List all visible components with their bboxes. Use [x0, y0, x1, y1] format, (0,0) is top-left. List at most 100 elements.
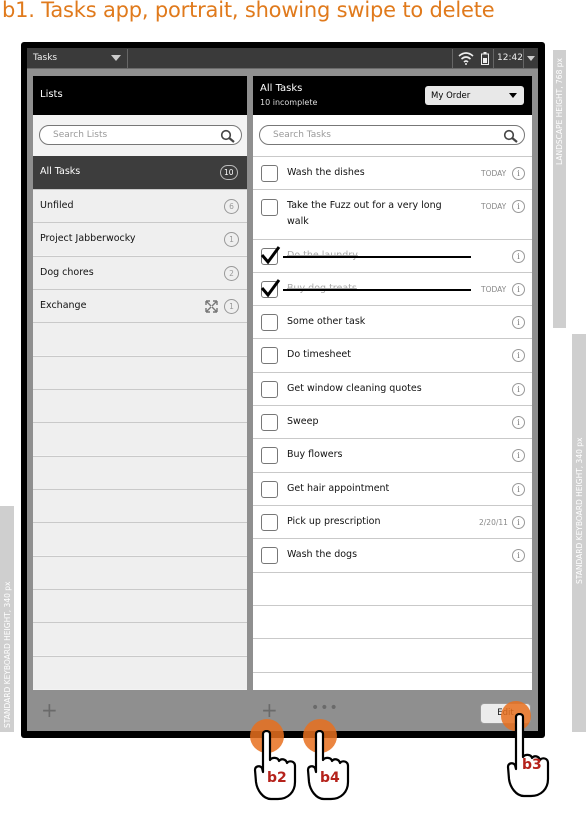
- list-item-unfiled[interactable]: Unfiled 6: [33, 189, 247, 222]
- statusbar-divider: [493, 49, 494, 68]
- task-checkbox[interactable]: [261, 414, 278, 431]
- callout-b4: b4: [320, 770, 340, 786]
- statusbar-divider: [127, 49, 128, 68]
- list-item-all-tasks[interactable]: All Tasks 10: [33, 156, 247, 189]
- keyboard-height-annotation-right: STANDARD KEYBOARD HEIGHT, 340 px: [572, 334, 586, 732]
- task-label: Pick up prescription: [287, 516, 381, 527]
- info-icon[interactable]: i: [512, 283, 525, 296]
- task-label: Buy flowers: [287, 449, 343, 460]
- task-checkbox[interactable]: [261, 314, 278, 331]
- count-badge: 10: [220, 165, 238, 180]
- list-item-label: All Tasks: [40, 166, 81, 177]
- task-row[interactable]: Some other task i: [253, 305, 532, 338]
- task-empty-row: [253, 572, 532, 605]
- task-label-line-2: walk: [287, 216, 309, 227]
- sort-order-select[interactable]: My Order: [425, 86, 524, 105]
- task-checkbox[interactable]: [261, 481, 278, 498]
- list-item-dog-chores[interactable]: Dog chores 2: [33, 256, 247, 289]
- info-icon[interactable]: i: [512, 549, 525, 562]
- bottom-toolbar: + + ••• Edit: [27, 694, 538, 731]
- search-lists-input[interactable]: Search Lists: [39, 125, 242, 145]
- task-label: Do timesheet: [287, 349, 351, 360]
- list-empty-row: [33, 389, 247, 422]
- add-list-button[interactable]: +: [41, 700, 58, 720]
- task-checkbox[interactable]: [261, 165, 278, 182]
- task-checkbox[interactable]: [261, 447, 278, 464]
- page-title: b1. Tasks app, portrait, showing swipe t…: [2, 0, 495, 22]
- keyboard-height-label-left: STANDARD KEYBOARD HEIGHT, 340 px: [3, 581, 12, 728]
- task-row[interactable]: Sweep i: [253, 405, 532, 438]
- task-row[interactable]: Get hair appointment i: [253, 472, 532, 505]
- list-item-label: Project Jabberwocky: [40, 233, 136, 244]
- count-badge: 6: [224, 199, 239, 214]
- count-badge: 1: [224, 232, 239, 247]
- task-checkbox[interactable]: [261, 381, 278, 398]
- info-icon[interactable]: i: [512, 483, 525, 496]
- more-options-button[interactable]: •••: [311, 700, 339, 716]
- search-icon[interactable]: [220, 129, 236, 143]
- list-empty-row: [33, 589, 247, 622]
- task-label: Get window cleaning quotes: [287, 383, 422, 394]
- count-badge: 2: [224, 266, 239, 281]
- landscape-height-annotation: LANDSCAPE HEIGHT, 768 px: [553, 50, 566, 328]
- task-row[interactable]: Pick up prescription 2/20/11 i: [253, 505, 532, 538]
- list-empty-row: [33, 622, 247, 655]
- task-checkbox[interactable]: [261, 514, 278, 531]
- task-checkbox[interactable]: [261, 199, 278, 216]
- app-menu-chevron-down-icon[interactable]: [111, 55, 121, 61]
- info-icon[interactable]: i: [512, 449, 525, 462]
- task-row[interactable]: Buy flowers i: [253, 438, 532, 472]
- task-checkbox[interactable]: [261, 547, 278, 564]
- status-bar: Tasks 12:42: [27, 48, 538, 69]
- system-menu-chevron-down-icon[interactable]: [527, 56, 535, 61]
- list-empty-row: [33, 556, 247, 589]
- info-icon[interactable]: i: [512, 516, 525, 529]
- list-empty-row: [33, 522, 247, 555]
- list-empty-row: [33, 489, 247, 522]
- search-tasks-placeholder: Search Tasks: [273, 130, 331, 140]
- keyboard-height-annotation-left: STANDARD KEYBOARD HEIGHT, 340 px: [0, 506, 14, 732]
- list-empty-row: [33, 422, 247, 455]
- search-tasks-input[interactable]: Search Tasks: [259, 125, 525, 145]
- list-item-project-jabberwocky[interactable]: Project Jabberwocky 1: [33, 222, 247, 255]
- list-item-label: Unfiled: [40, 200, 74, 211]
- task-due-date: TODAY: [481, 285, 507, 294]
- lists-header: Lists: [33, 76, 247, 115]
- task-row[interactable]: Do the laundry i: [253, 239, 532, 272]
- sort-order-value: My Order: [431, 91, 471, 101]
- list-item-label: Exchange: [40, 300, 87, 311]
- info-icon[interactable]: i: [512, 349, 525, 362]
- info-icon[interactable]: i: [512, 250, 525, 263]
- task-empty-row: [253, 605, 532, 638]
- task-row[interactable]: Wash the dishes TODAY i: [253, 156, 532, 189]
- statusbar-divider: [452, 49, 453, 68]
- task-empty-row: [253, 638, 532, 672]
- checkmark-icon: [260, 279, 281, 298]
- app-name[interactable]: Tasks: [33, 53, 57, 63]
- pointing-hand-icon: [253, 730, 297, 801]
- info-icon[interactable]: i: [512, 416, 525, 429]
- callout-b3: b3: [522, 757, 542, 773]
- lists-title: Lists: [40, 89, 63, 100]
- info-icon[interactable]: i: [512, 200, 525, 213]
- task-checkbox[interactable]: [261, 347, 278, 364]
- add-task-button[interactable]: +: [261, 700, 278, 720]
- task-row[interactable]: Do timesheet i: [253, 338, 532, 372]
- search-icon[interactable]: [503, 129, 519, 143]
- list-item-label: Dog chores: [40, 267, 94, 278]
- task-row[interactable]: Take the Fuzz out for a very long walk T…: [253, 189, 532, 239]
- task-label-line-1: Take the Fuzz out for a very long: [287, 200, 442, 211]
- statusbar-divider: [523, 49, 524, 68]
- info-icon[interactable]: i: [512, 316, 525, 329]
- info-icon[interactable]: i: [512, 167, 525, 180]
- keyboard-height-label-right: STANDARD KEYBOARD HEIGHT, 340 px: [575, 437, 584, 584]
- list-item-exchange[interactable]: Exchange 1: [33, 289, 247, 322]
- task-empty-row: [253, 672, 532, 690]
- list-empty-row: [33, 456, 247, 489]
- task-row[interactable]: Buy dog treats TODAY i: [253, 272, 532, 305]
- callout-b2: b2: [267, 770, 287, 786]
- task-row[interactable]: Get window cleaning quotes i: [253, 372, 532, 405]
- task-label: Wash the dogs: [287, 549, 358, 560]
- info-icon[interactable]: i: [512, 383, 525, 396]
- task-row[interactable]: Wash the dogs i: [253, 538, 532, 572]
